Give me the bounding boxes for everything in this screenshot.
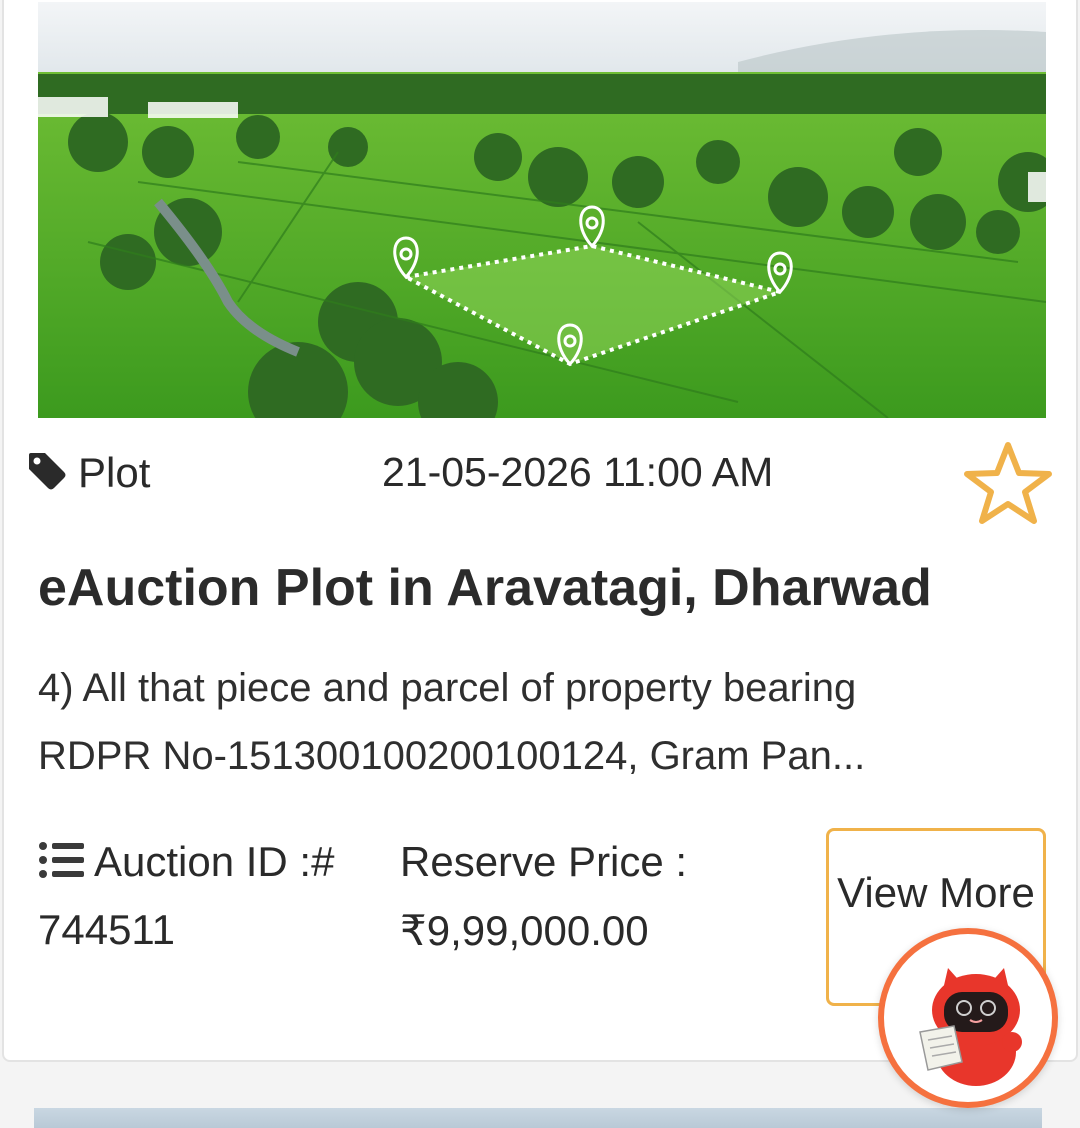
- assistant-chat-button[interactable]: [878, 928, 1058, 1108]
- listing-meta-row: Plot 21-05-2026 11:00 AM: [26, 442, 1066, 524]
- auction-id-value: 744511: [38, 906, 176, 953]
- reserve-price-label: Reserve Price :: [400, 838, 688, 885]
- property-image: [38, 2, 1046, 418]
- next-listing-image: [34, 1108, 1042, 1128]
- auction-datetime: 21-05-2026 11:00 AM: [382, 449, 774, 495]
- reserve-price-value: ₹9,99,000.00: [400, 907, 649, 954]
- description-line: 4) All that piece and parcel of property…: [38, 666, 857, 710]
- listing-description: 4) All that piece and parcel of property…: [38, 654, 998, 790]
- listing-title[interactable]: eAuction Plot in Aravatagi, Dharwad: [38, 558, 932, 618]
- auction-id-label: Auction ID :#: [94, 838, 335, 885]
- auction-card[interactable]: Plot 21-05-2026 11:00 AM eAuction Plot i…: [2, 0, 1078, 1062]
- list-icon: [39, 842, 84, 878]
- tag-icon: [29, 453, 66, 490]
- star-outline-icon[interactable]: [960, 437, 1056, 533]
- description-line: RDPR No-151300100200100124, Gram Pan...: [38, 734, 866, 778]
- category-label: Plot: [78, 449, 151, 496]
- chatbot-mascot-icon: [919, 968, 1022, 1086]
